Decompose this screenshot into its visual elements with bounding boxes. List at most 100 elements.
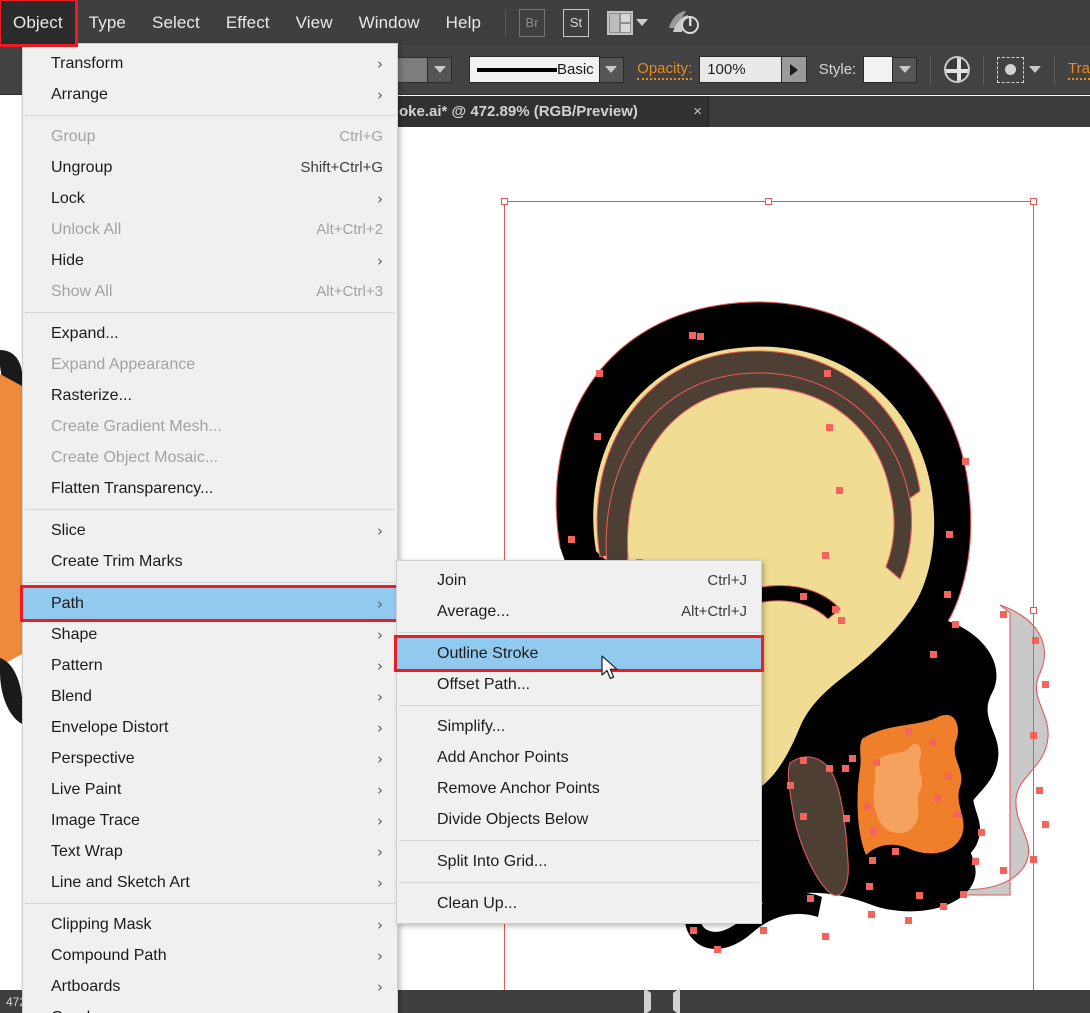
path-submenu[interactable]: Join Ctrl+J Average... Alt+Ctrl+J Outline St… bbox=[394, 560, 764, 924]
menu-item-path[interactable]: Path › bbox=[20, 585, 400, 622]
artwork-left-sliver bbox=[0, 254, 22, 990]
align-icon[interactable] bbox=[997, 56, 1025, 83]
arrange-documents-glyph bbox=[606, 10, 633, 35]
selection-handle-tl[interactable] bbox=[501, 198, 508, 205]
menu-item-flatten-transparency[interactable]: Flatten Transparency... bbox=[23, 473, 397, 504]
menu-item-graph[interactable]: Graph › bbox=[23, 1002, 397, 1013]
menu-item-live-paint[interactable]: Live Paint › bbox=[23, 774, 397, 805]
menu-item-envelope-distort[interactable]: Envelope Distort › bbox=[23, 712, 397, 743]
status-expand-icon[interactable] bbox=[644, 987, 651, 1013]
align-center-dot bbox=[1005, 64, 1017, 75]
menu-item-label: Line and Sketch Art bbox=[51, 873, 190, 891]
transform-label[interactable]: Tra bbox=[1068, 60, 1090, 80]
menubar-item-effect[interactable]: Effect bbox=[213, 0, 283, 45]
menu-item-label: Remove Anchor Points bbox=[437, 779, 600, 797]
menu-item-image-trace[interactable]: Image Trace › bbox=[23, 805, 397, 836]
menu-item-label: Pattern bbox=[51, 656, 103, 674]
menu-item-clean-up[interactable]: Clean Up... bbox=[397, 888, 761, 919]
menu-item-slice[interactable]: Slice › bbox=[23, 515, 397, 546]
menubar-item-object-label: Object bbox=[13, 12, 63, 32]
menu-item-label: Slice bbox=[51, 521, 86, 539]
chevron-right-icon: › bbox=[377, 521, 383, 540]
chevron-right-icon: › bbox=[377, 873, 383, 892]
menu-item-simplify[interactable]: Simplify... bbox=[397, 711, 761, 742]
menu-item-create-trim-marks[interactable]: Create Trim Marks bbox=[23, 546, 397, 577]
status-bar-scroll-controls bbox=[640, 987, 1090, 1013]
menubar-item-window-label: Window bbox=[358, 12, 420, 32]
bridge-icon[interactable]: Br bbox=[517, 8, 547, 38]
illustrator-window: oke.ai* @ 472.89% (RGB/Preview) × Object… bbox=[0, 0, 1090, 1013]
menubar-item-window[interactable]: Window bbox=[346, 0, 433, 45]
menubar-item-help[interactable]: Help bbox=[433, 0, 494, 45]
scroll-left-icon[interactable] bbox=[673, 987, 680, 1013]
workspace-switcher-glyph bbox=[669, 10, 700, 34]
menu-item-rasterize[interactable]: Rasterize... bbox=[23, 380, 397, 411]
selection-handle-tr[interactable] bbox=[1030, 198, 1037, 205]
graphic-style-swatch[interactable] bbox=[863, 56, 894, 83]
chevron-right-icon: › bbox=[377, 251, 383, 270]
menu-item-transform[interactable]: Transform › bbox=[23, 48, 397, 79]
menu-separator bbox=[399, 840, 759, 841]
menu-item-ungroup[interactable]: Ungroup Shift+Ctrl+G bbox=[23, 152, 397, 183]
menu-item-artboards[interactable]: Artboards › bbox=[23, 971, 397, 1002]
document-tab[interactable]: oke.ai* @ 472.89% (RGB/Preview) × bbox=[395, 96, 709, 127]
menu-item-pattern[interactable]: Pattern › bbox=[23, 650, 397, 681]
fill-dropdown-button[interactable] bbox=[428, 56, 453, 83]
menu-item-expand[interactable]: Expand... bbox=[23, 318, 397, 349]
opacity-stepper-button[interactable] bbox=[782, 56, 808, 83]
close-icon[interactable]: × bbox=[681, 103, 702, 120]
menu-item-compound-path[interactable]: Compound Path › bbox=[23, 940, 397, 971]
menu-item-label: Outline Stroke bbox=[437, 644, 539, 662]
menu-item-create-object-mosaic: Create Object Mosaic... bbox=[23, 442, 397, 473]
menu-item-line-and-sketch-art[interactable]: Line and Sketch Art › bbox=[23, 867, 397, 898]
stock-icon[interactable]: St bbox=[561, 8, 591, 38]
menu-item-unlock-all: Unlock All Alt+Ctrl+2 bbox=[23, 214, 397, 245]
menu-item-arrange[interactable]: Arrange › bbox=[23, 79, 397, 110]
menu-item-label: Compound Path bbox=[51, 946, 167, 964]
menu-item-add-anchor-points[interactable]: Add Anchor Points bbox=[397, 742, 761, 773]
menu-item-label: Ungroup bbox=[51, 158, 113, 176]
menu-item-blend[interactable]: Blend › bbox=[23, 681, 397, 712]
menu-item-label: Create Gradient Mesh... bbox=[51, 417, 222, 435]
menu-item-shape[interactable]: Shape › bbox=[23, 619, 397, 650]
menu-item-clipping-mask[interactable]: Clipping Mask › bbox=[23, 909, 397, 940]
menu-item-label: Perspective bbox=[51, 749, 135, 767]
menubar-item-type[interactable]: Type bbox=[76, 0, 139, 45]
menu-item-offset-path[interactable]: Offset Path... bbox=[397, 669, 761, 700]
selection-handle-mr[interactable] bbox=[1030, 607, 1037, 614]
recolor-artwork-icon[interactable] bbox=[944, 56, 971, 83]
menu-item-average[interactable]: Average... Alt+Ctrl+J bbox=[397, 596, 761, 627]
menu-separator bbox=[25, 115, 395, 116]
selection-handle-tc[interactable] bbox=[765, 198, 772, 205]
menubar-item-view[interactable]: View bbox=[283, 0, 346, 45]
menu-item-lock[interactable]: Lock › bbox=[23, 183, 397, 214]
menu-item-shortcut: Ctrl+G bbox=[339, 128, 383, 145]
menu-item-divide-objects-below[interactable]: Divide Objects Below bbox=[397, 804, 761, 835]
menubar-item-select[interactable]: Select bbox=[139, 0, 213, 45]
menu-item-join[interactable]: Join Ctrl+J bbox=[397, 565, 761, 596]
align-chevron-down-icon[interactable] bbox=[1029, 66, 1042, 73]
arrange-documents-icon[interactable] bbox=[605, 8, 649, 38]
menu-item-hide[interactable]: Hide › bbox=[23, 245, 397, 276]
opacity-input[interactable]: 100% bbox=[699, 56, 783, 83]
stroke-profile-field[interactable]: Basic bbox=[468, 56, 600, 83]
menu-item-remove-anchor-points[interactable]: Remove Anchor Points bbox=[397, 773, 761, 804]
stroke-profile-dropdown-button[interactable] bbox=[599, 56, 624, 83]
menubar-item-object[interactable]: Object bbox=[0, 0, 78, 47]
menu-item-text-wrap[interactable]: Text Wrap › bbox=[23, 836, 397, 867]
menu-item-outline-stroke[interactable]: Outline Stroke bbox=[394, 635, 764, 672]
workspace-switcher-icon[interactable] bbox=[663, 8, 703, 38]
menu-item-label: Graph bbox=[51, 1009, 95, 1013]
graphic-style-dropdown-button[interactable] bbox=[893, 56, 918, 83]
menu-separator bbox=[25, 582, 395, 583]
opacity-label[interactable]: Opacity: bbox=[637, 60, 693, 80]
object-menu[interactable]: Transform › Arrange › Group Ctrl+G Ungroup Shif… bbox=[20, 43, 400, 1013]
chevron-right-icon: › bbox=[377, 749, 383, 768]
menu-item-split-into-grid[interactable]: Split Into Grid... bbox=[397, 846, 761, 877]
menu-item-label: Rasterize... bbox=[51, 386, 132, 404]
play-arrow-icon bbox=[790, 63, 799, 76]
menu-item-create-gradient-mesh: Create Gradient Mesh... bbox=[23, 411, 397, 442]
menu-item-perspective[interactable]: Perspective › bbox=[23, 743, 397, 774]
menu-separator bbox=[399, 882, 759, 883]
menu-separator bbox=[399, 632, 759, 633]
